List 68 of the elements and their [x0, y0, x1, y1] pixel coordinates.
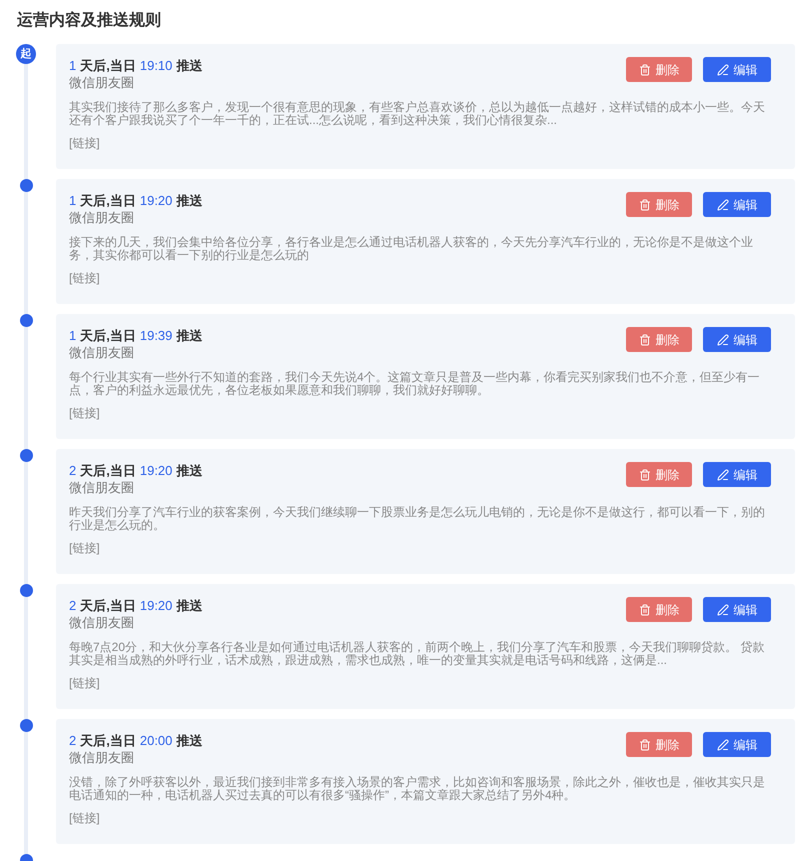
edit-button[interactable]: 编辑: [703, 57, 771, 82]
push-action: 推送: [176, 192, 202, 209]
delete-button[interactable]: 删除: [626, 462, 692, 487]
day-count: 2: [69, 597, 76, 614]
pen-icon: [716, 198, 728, 210]
edit-button[interactable]: 编辑: [703, 597, 771, 622]
day-label: 天后,当日: [80, 192, 136, 209]
trash-icon: [638, 604, 650, 616]
trash-icon: [638, 198, 650, 210]
edit-button[interactable]: 编辑: [703, 192, 771, 217]
day-label: 天后,当日: [80, 327, 136, 344]
push-action: 推送: [176, 462, 202, 479]
push-action: 推送: [176, 597, 202, 614]
delete-button[interactable]: 删除: [626, 597, 692, 622]
content-link[interactable]: [链接]: [69, 405, 100, 421]
content-link[interactable]: [链接]: [69, 675, 100, 691]
page-title: 运营内容及推送规则: [17, 10, 161, 31]
push-time: 19:20: [140, 462, 172, 479]
content-link[interactable]: [链接]: [69, 270, 100, 286]
delete-button[interactable]: 删除: [626, 192, 692, 217]
content-text: 昨天我们分享了汽车行业的获客案例，今天我们继续聊一下股票业务是怎么玩儿电销的，无论是你不是做这行，都可以看一下，别的行业是怎么玩的。: [69, 506, 766, 532]
channel-label: 微信朋友圈: [69, 479, 134, 497]
pen-icon: [716, 604, 728, 616]
edit-button[interactable]: 编辑: [703, 462, 771, 487]
day-label: 天后,当日: [80, 462, 136, 479]
channel-label: 微信朋友圈: [69, 209, 134, 227]
push-time: 19:39: [140, 327, 172, 344]
day-count: 1: [69, 327, 76, 344]
pen-icon: [716, 468, 728, 480]
day-count: 2: [69, 732, 76, 749]
start-badge: 起: [16, 44, 36, 64]
channel-label: 微信朋友圈: [69, 749, 134, 767]
push-action: 推送: [176, 732, 202, 749]
content-text: 接下来的几天，我们会集中给各位分享，各行各业是怎么通过电话机器人获客的，今天先分享汽车行业的，无论你是不是做这个业务，其实你都可以看一下别的行业是怎么玩的: [69, 236, 754, 262]
push-time: 20:00: [140, 732, 172, 749]
push-time: 19:20: [140, 192, 172, 209]
pen-icon: [716, 64, 728, 76]
day-label: 天后,当日: [80, 57, 136, 74]
delete-button[interactable]: 删除: [626, 732, 692, 757]
content-link[interactable]: [链接]: [69, 810, 100, 826]
day-count: 1: [69, 57, 76, 74]
content-text: 其实我们接待了那么多客户，发现一个很有意思的现象，有些客户总喜欢谈价，总以为越低一点越好，这样试错的成本小一些。今天还有个客户跟我说买了个一年一千的，正在试...怎么说呢，看到这种决策，我们心情很复杂...: [69, 101, 766, 127]
day-label: 天后,当日: [80, 732, 136, 749]
content-link[interactable]: [链接]: [69, 540, 100, 556]
day-count: 2: [69, 462, 76, 479]
pen-icon: [716, 334, 728, 346]
trash-icon: [638, 468, 650, 480]
trash-icon: [638, 334, 650, 346]
pen-icon: [716, 738, 728, 750]
push-action: 推送: [176, 327, 202, 344]
delete-button[interactable]: 删除: [626, 327, 692, 352]
content-link[interactable]: [链接]: [69, 135, 100, 151]
channel-label: 微信朋友圈: [69, 614, 134, 632]
channel-label: 微信朋友圈: [69, 74, 134, 92]
content-text: 每个行业其实有一些外行不知道的套路，我们今天先说4个。这篇文章只是普及一些内幕，你看完买别家我们也不介意，但至少有一点，客户的利益永远最优先，各位老板如果愿意和我们聊聊，我们就好好聊聊。: [69, 371, 761, 397]
edit-button[interactable]: 编辑: [703, 732, 771, 757]
delete-button[interactable]: 删除: [626, 57, 692, 82]
channel-label: 微信朋友圈: [69, 344, 134, 362]
push-time: 19:20: [140, 597, 172, 614]
content-text: 每晚7点20分，和大伙分享各行各业是如何通过电话机器人获客的，前两个晚上，我们分享了汽车和股票，今天我们聊聊贷款。 贷款其实是相当成熟的外呼行业，话术成熟，跟进成熟，需求也成熟，唯一的变量其实就是电话号码和线路，这俩是...: [69, 641, 766, 667]
day-label: 天后,当日: [80, 597, 136, 614]
push-action: 推送: [176, 57, 202, 74]
trash-icon: [638, 64, 650, 76]
push-time: 19:10: [140, 57, 172, 74]
content-text: 没错，除了外呼获客以外，最近我们接到非常多有接入场景的客户需求，比如咨询和客服场景，除此之外，催收也是，催收其实只是电话通知的一种，电话机器人买过去真的可以有很多“骚操作”，本篇文章跟大家总结了另外4种。: [69, 776, 766, 802]
trash-icon: [638, 738, 650, 750]
edit-button[interactable]: 编辑: [703, 327, 771, 352]
day-count: 1: [69, 192, 76, 209]
